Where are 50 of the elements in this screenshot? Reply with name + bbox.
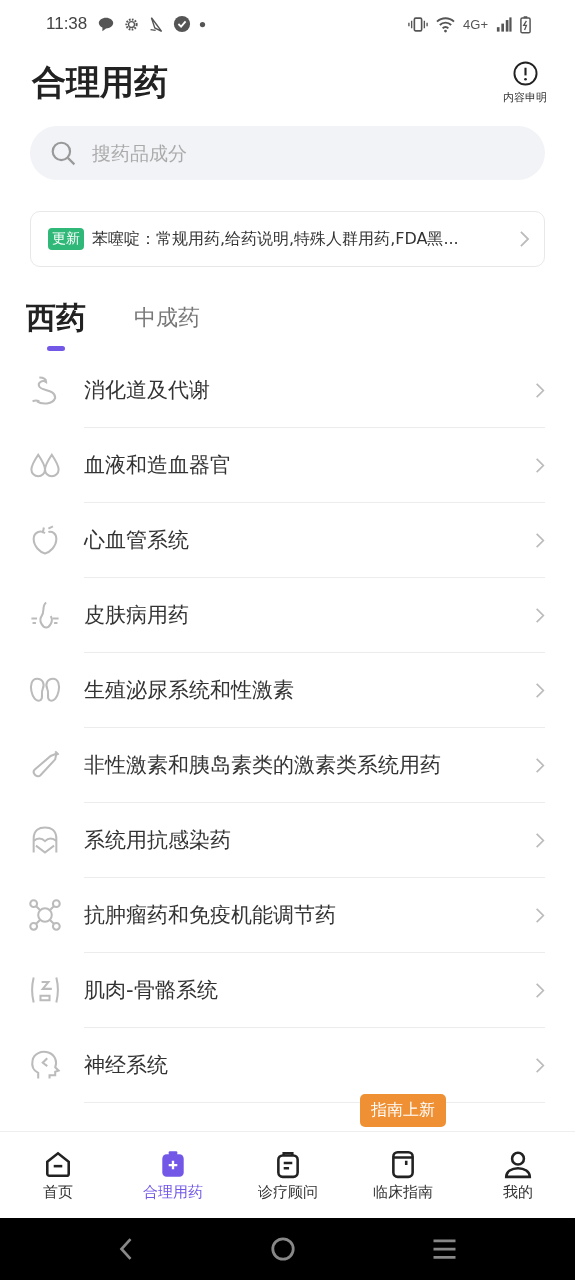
nav-tab[interactable]: 合理用药 bbox=[115, 1132, 230, 1218]
chevron-icon bbox=[535, 381, 545, 399]
category-item[interactable]: 皮肤病用药 bbox=[84, 578, 545, 653]
category-item[interactable]: 非性激素和胰岛素类的激素类系统用药 bbox=[84, 728, 545, 803]
search-field[interactable]: 搜药品成分 bbox=[90, 141, 525, 165]
page-title: 合理用药 bbox=[32, 61, 168, 104]
category-icon bbox=[28, 898, 62, 932]
update-text: 苯噻啶：常规用药,给药说明,特殊人群用药,FDA黑... bbox=[92, 228, 460, 250]
update-badge: 更新 bbox=[48, 228, 84, 250]
chevron-icon bbox=[535, 531, 545, 549]
chevron-icon bbox=[535, 456, 545, 474]
signal-icon bbox=[496, 15, 512, 33]
chevron-icon bbox=[519, 230, 530, 248]
new-guide-tooltip: 指南上新 bbox=[359, 1094, 446, 1127]
nav-tab[interactable]: 临床指南 bbox=[345, 1132, 460, 1218]
chevron-icon bbox=[535, 981, 545, 999]
network-type: 4G+ bbox=[463, 16, 488, 32]
nav-tab[interactable]: 我的 bbox=[460, 1132, 575, 1218]
dot-icon bbox=[199, 20, 207, 28]
category-item[interactable]: 系统用抗感染药 bbox=[84, 803, 545, 878]
update-banner[interactable]: 更新 苯噻啶：常规用药,给药说明,特殊人群用药,FDA黑... bbox=[30, 211, 545, 267]
battery-icon bbox=[520, 14, 531, 34]
chevron-icon bbox=[535, 906, 545, 924]
chevron-icon bbox=[535, 681, 545, 699]
vibrate-icon bbox=[408, 15, 429, 33]
category-item[interactable]: 消化道及代谢 bbox=[84, 353, 545, 428]
check-icon bbox=[173, 15, 192, 33]
search-icon bbox=[50, 140, 76, 166]
chevron-icon bbox=[535, 1056, 545, 1074]
nav-tab[interactable]: 诊疗顾问 bbox=[230, 1132, 345, 1218]
category-item[interactable]: 血液和造血器官 bbox=[84, 428, 545, 503]
category-icon bbox=[28, 1048, 62, 1082]
gear-icon bbox=[123, 15, 141, 33]
clock-time: 11:38 bbox=[46, 14, 88, 34]
chevron-icon bbox=[535, 831, 545, 849]
nav-tab[interactable]: 首页 bbox=[0, 1132, 115, 1218]
wifi-icon bbox=[436, 15, 456, 33]
chevron-icon bbox=[535, 756, 545, 774]
category-item[interactable]: 抗肿瘤药和免疫机能调节药 bbox=[84, 878, 545, 953]
disclaimer-button[interactable]: 内容申明 bbox=[503, 61, 547, 105]
info-icon bbox=[512, 61, 538, 86]
category-item[interactable]: 心血管系统 bbox=[84, 503, 545, 578]
chat-icon bbox=[97, 15, 116, 33]
category-item[interactable]: 肌肉-骨骼系统 bbox=[84, 953, 545, 1028]
category-tab[interactable]: 西药 bbox=[26, 297, 86, 353]
search-bar[interactable]: 搜药品成分 bbox=[30, 126, 545, 180]
category-tab[interactable]: 中成药 bbox=[134, 297, 200, 353]
home-button-icon[interactable] bbox=[270, 1236, 296, 1262]
category-item[interactable]: 生殖泌尿系统和性激素 bbox=[84, 653, 545, 728]
chevron-icon bbox=[535, 606, 545, 624]
